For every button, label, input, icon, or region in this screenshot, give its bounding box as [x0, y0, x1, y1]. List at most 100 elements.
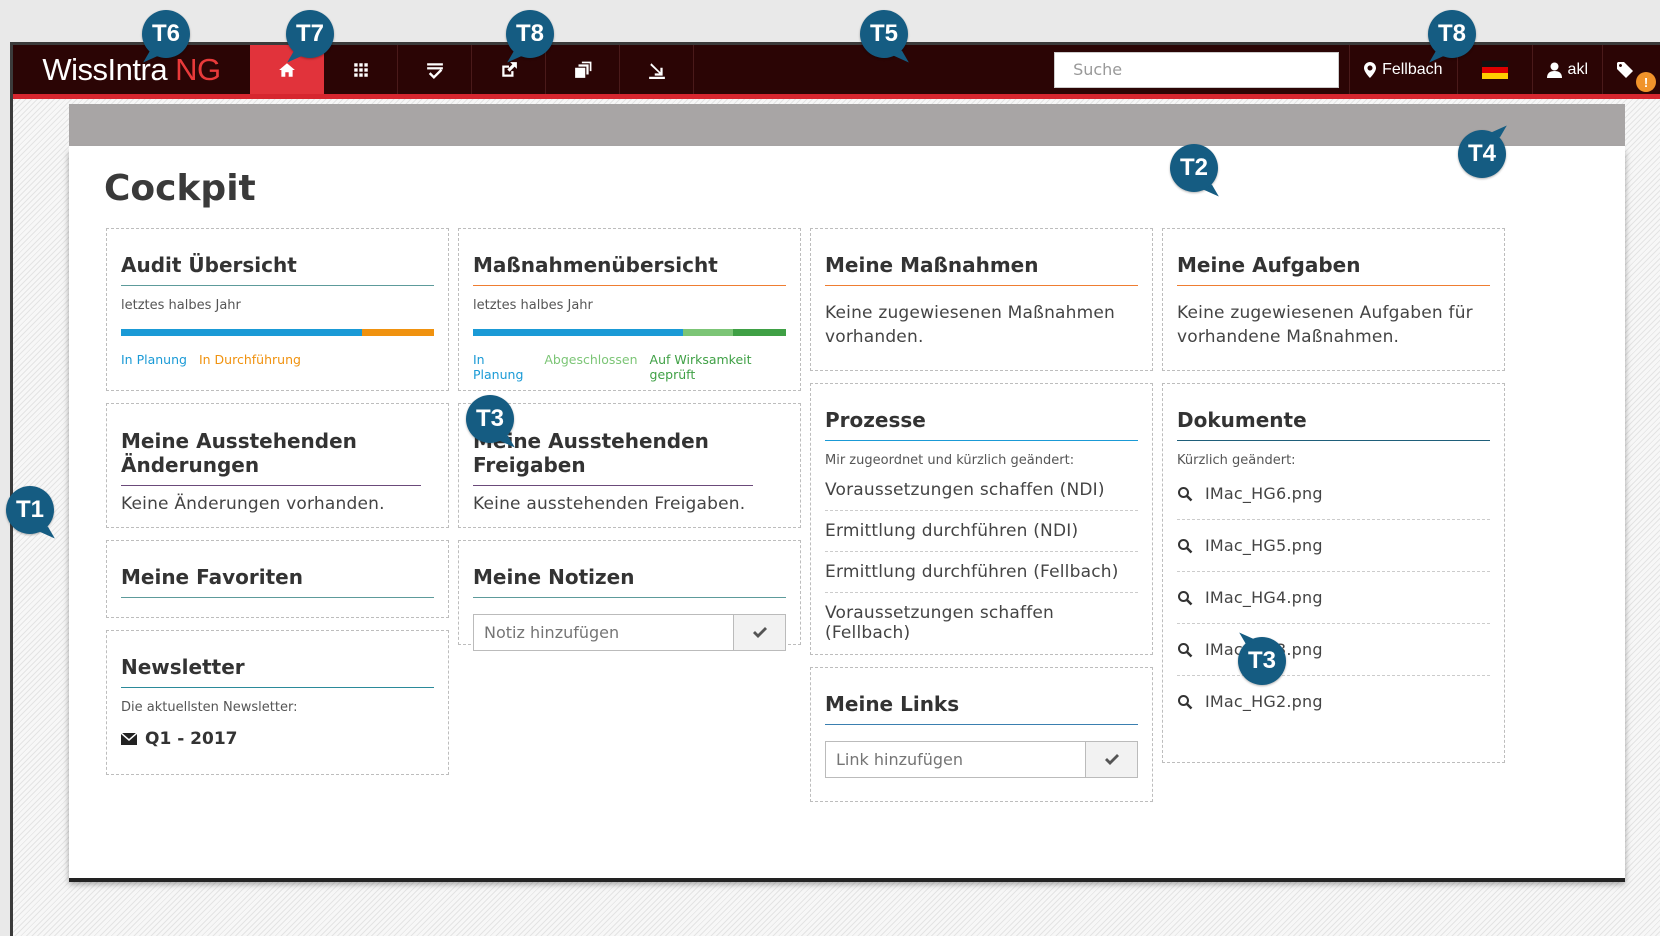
card-title: Meine Ausstehenden Freigaben [473, 404, 753, 486]
envelope-icon [121, 733, 137, 745]
magnifier-icon [1178, 642, 1193, 657]
my-tasks-card: Meine Aufgaben Keine zugewiesenen Aufgab… [1162, 228, 1505, 371]
nav-tasks-button[interactable] [398, 45, 472, 94]
link-submit-button[interactable] [1086, 741, 1138, 778]
card-title: Prozesse [825, 384, 1138, 441]
notifications-button[interactable]: ! [1602, 45, 1660, 94]
links-card: Meine Links [810, 667, 1153, 802]
card-title: Meine Ausstehenden Änderungen [121, 404, 421, 486]
document-list: IMac_HG6.png IMac_HG5.png IMac_HG4.png I… [1177, 468, 1490, 727]
stack-icon [574, 61, 591, 78]
document-name: IMac_HG6.png [1205, 484, 1323, 503]
user-name: akl [1567, 60, 1588, 78]
document-item[interactable]: IMac_HG3.png [1177, 624, 1490, 676]
newsletter-label: Q1 - 2017 [145, 729, 238, 749]
measures-overview-card: Maßnahmenübersicht letztes halbes Jahr I… [458, 228, 801, 391]
card-subtitle: Mir zugeordnet und kürzlich geändert: [825, 453, 1075, 468]
checkmark-icon [752, 626, 767, 638]
audit-overview-card: Audit Übersicht letztes halbes Jahr In P… [106, 228, 449, 391]
tour-marker-t4[interactable]: T4 [1458, 130, 1506, 178]
legend-item[interactable]: In Durchführung [199, 352, 301, 367]
card-text: Keine zugewiesenen Aufgaben für vorhande… [1177, 303, 1473, 347]
tour-marker-t6[interactable]: T6 [142, 10, 190, 58]
card-subtitle: letztes halbes Jahr [473, 298, 593, 313]
card-title: Newsletter [121, 631, 434, 688]
audit-progress-bar [121, 329, 434, 336]
magnifier-icon [1178, 486, 1193, 501]
card-title: Meine Notizen [473, 541, 786, 598]
magnifier-icon [1178, 590, 1193, 605]
card-title: Audit Übersicht [121, 229, 434, 286]
tour-marker-t3-a[interactable]: T3 [466, 395, 514, 443]
card-subtitle: Kürzlich geändert: [1177, 453, 1296, 468]
top-navigation-bar: WissIntraNG Fellbach akl ! [13, 45, 1660, 99]
note-input-group [473, 614, 786, 651]
card-subtitle: letztes halbes Jahr [121, 298, 241, 313]
process-item[interactable]: Ermittlung durchführen (NDI) [825, 511, 1138, 552]
language-selector[interactable] [1456, 45, 1532, 94]
checkmark-icon [1104, 753, 1119, 765]
process-item[interactable]: Voraussetzungen schaffen (NDI) [825, 470, 1138, 511]
card-title: Maßnahmenübersicht [473, 229, 786, 286]
checklist-icon [426, 62, 443, 79]
user-icon [1546, 62, 1562, 78]
search-input[interactable] [1054, 51, 1340, 88]
newsletter-item[interactable]: Q1 - 2017 [121, 729, 434, 749]
page-title: Cockpit [104, 168, 256, 209]
download-icon [648, 62, 665, 79]
map-pin-icon [1364, 61, 1377, 78]
progress-segment-geprueft [732, 329, 786, 336]
card-text: Keine Änderungen vorhanden. [121, 494, 385, 514]
process-item[interactable]: Voraussetzungen schaffen (Fellbach) [825, 593, 1138, 653]
document-name: IMac_HG5.png [1205, 536, 1323, 555]
legend-item[interactable]: Abgeschlossen [544, 352, 637, 382]
progress-segment-planung [121, 329, 362, 336]
tour-marker-t8-b[interactable]: T8 [1428, 10, 1476, 58]
logo-suffix: NG [175, 51, 221, 87]
nav-download-button[interactable] [620, 45, 694, 94]
document-item[interactable]: IMac_HG2.png [1177, 676, 1490, 727]
notification-alert-badge: ! [1636, 72, 1656, 92]
magnifier-icon [1178, 694, 1193, 709]
processes-card: Prozesse Mir zugeordnet und kürzlich geä… [810, 383, 1153, 655]
document-name: IMac_HG4.png [1205, 588, 1323, 607]
progress-segment-planung [473, 329, 683, 336]
header-strip [69, 104, 1625, 146]
process-list: Voraussetzungen schaffen (NDI) Ermittlun… [825, 470, 1138, 653]
legend-item[interactable]: In Planung [473, 352, 532, 382]
note-submit-button[interactable] [734, 614, 786, 651]
cockpit-panel: Cockpit Audit Übersicht letztes halbes J… [69, 146, 1625, 878]
newsletter-card: Newsletter Die aktuellsten Newsletter: Q… [106, 630, 449, 775]
german-flag-icon [1481, 60, 1508, 79]
notes-card: Meine Notizen [458, 540, 801, 651]
nav-documents-button[interactable] [546, 45, 620, 94]
progress-segment-abgeschlossen [682, 329, 733, 336]
progress-segment-durchfuehrung [362, 329, 434, 336]
nav-apps-button[interactable] [324, 45, 398, 94]
tour-marker-t5[interactable]: T5 [860, 10, 908, 58]
legend-item[interactable]: Auf Wirksamkeit geprüft [650, 352, 786, 382]
document-item[interactable]: IMac_HG5.png [1177, 520, 1490, 572]
user-menu[interactable]: akl [1531, 45, 1602, 94]
note-input[interactable] [473, 614, 734, 651]
tour-marker-t8-a[interactable]: T8 [506, 10, 554, 58]
tour-marker-t7[interactable]: T7 [286, 10, 334, 58]
card-text: Keine zugewiesenen Maßnahmen vorhanden. [825, 303, 1116, 347]
process-item[interactable]: Ermittlung durchführen (Fellbach) [825, 552, 1138, 593]
document-item[interactable]: IMac_HG6.png [1177, 468, 1490, 520]
grid-icon [353, 62, 368, 77]
favorites-card: Meine Favoriten [106, 540, 449, 618]
document-item[interactable]: IMac_HG4.png [1177, 572, 1490, 624]
tour-marker-t2[interactable]: T2 [1170, 144, 1218, 192]
measures-progress-bar [473, 329, 786, 336]
tour-marker-t3-b[interactable]: T3 [1238, 637, 1286, 685]
card-title: Meine Favoriten [121, 541, 434, 598]
card-title: Meine Links [825, 668, 1138, 725]
pending-changes-card: Meine Ausstehenden Änderungen Keine Ände… [106, 403, 449, 528]
magnifier-icon [1178, 538, 1193, 553]
legend-item[interactable]: In Planung [121, 352, 187, 367]
tour-marker-t1[interactable]: T1 [6, 486, 54, 534]
app-logo[interactable]: WissIntra NG [13, 45, 250, 94]
my-measures-card: Meine Maßnahmen Keine zugewiesenen Maßna… [810, 228, 1153, 371]
link-input[interactable] [825, 741, 1086, 778]
